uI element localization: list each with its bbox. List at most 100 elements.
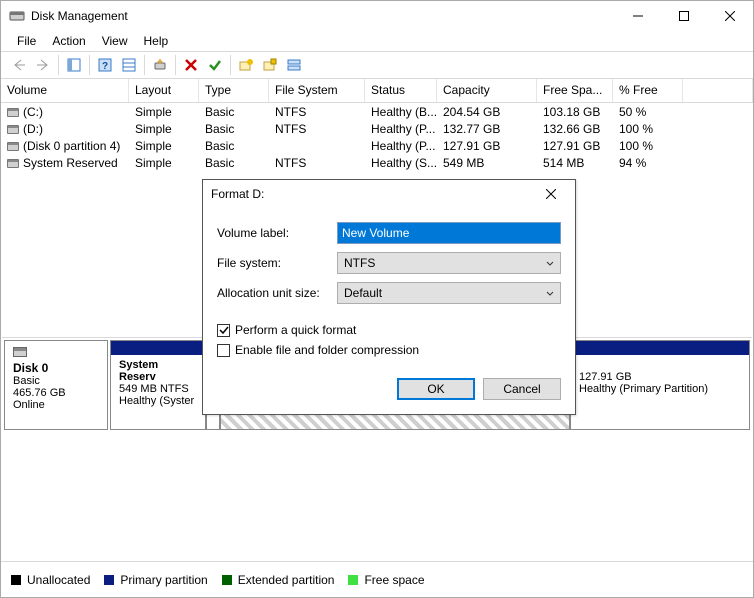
- cell-pct: 100 %: [613, 121, 683, 137]
- menu-view[interactable]: View: [94, 32, 136, 50]
- close-button[interactable]: [707, 1, 753, 31]
- checkbox-quick-format[interactable]: [217, 324, 230, 337]
- quick-format-row[interactable]: Perform a quick format: [217, 320, 561, 340]
- aus-value: Default: [344, 286, 382, 300]
- dialog-close-button[interactable]: [535, 182, 567, 206]
- col-header-capacity[interactable]: Capacity: [437, 79, 537, 102]
- dialog-body: Volume label: File system: NTFS Allocati…: [203, 208, 575, 414]
- volume-label-input[interactable]: [337, 222, 561, 244]
- col-header-filesystem[interactable]: File System: [269, 79, 365, 102]
- delete-icon[interactable]: [179, 53, 203, 77]
- label-compression: Enable file and folder compression: [235, 343, 419, 357]
- table-row[interactable]: (C:) Simple Basic NTFS Healthy (B... 204…: [1, 103, 753, 120]
- settings-view-icon[interactable]: [62, 53, 86, 77]
- menu-bar: File Action View Help: [1, 31, 753, 51]
- cell-type: Basic: [199, 104, 269, 120]
- partition-line2: 127.91 GB: [579, 371, 632, 383]
- cell-fs: NTFS: [269, 155, 365, 171]
- ok-button[interactable]: OK: [397, 378, 475, 400]
- cell-fs: NTFS: [269, 104, 365, 120]
- cell-status: Healthy (S...: [365, 155, 437, 171]
- cell-free: 127.91 GB: [537, 138, 613, 154]
- maximize-button[interactable]: [661, 1, 707, 31]
- cell-pct: 100 %: [613, 138, 683, 154]
- check-icon: [219, 325, 229, 335]
- cell-layout: Simple: [129, 104, 199, 120]
- volume-icon: [7, 125, 19, 134]
- toolbar-separator: [175, 55, 176, 75]
- cell-volume: (C:): [23, 105, 43, 119]
- col-header-blank: [683, 79, 753, 102]
- refresh-icon[interactable]: [148, 53, 172, 77]
- cell-free: 132.66 GB: [537, 121, 613, 137]
- cell-free: 103.18 GB: [537, 104, 613, 120]
- compression-row[interactable]: Enable file and folder compression: [217, 340, 561, 360]
- list-view-icon[interactable]: [117, 53, 141, 77]
- table-body: (C:) Simple Basic NTFS Healthy (B... 204…: [1, 103, 753, 171]
- menu-help[interactable]: Help: [136, 32, 177, 50]
- table-row[interactable]: System Reserved Simple Basic NTFS Health…: [1, 154, 753, 171]
- properties-icon[interactable]: [258, 53, 282, 77]
- partition-line3: Healthy (Primary Partition): [579, 383, 708, 395]
- volume-icon: [7, 142, 19, 151]
- disk-type: Basic: [13, 375, 40, 387]
- dialog-title: Format D:: [211, 187, 264, 201]
- col-header-freespace[interactable]: Free Spa...: [537, 79, 613, 102]
- table-row[interactable]: (Disk 0 partition 4) Simple Basic Health…: [1, 137, 753, 154]
- table-row[interactable]: (D:) Simple Basic NTFS Healthy (P... 132…: [1, 120, 753, 137]
- table-header: Volume Layout Type File System Status Ca…: [1, 79, 753, 103]
- layout-icon[interactable]: [282, 53, 306, 77]
- partition-stripe: [571, 341, 749, 355]
- legend-extended: Extended partition: [238, 573, 335, 587]
- cell-type: Basic: [199, 138, 269, 154]
- label-quick-format: Perform a quick format: [235, 323, 356, 337]
- partition-block[interactable]: System Reserv 549 MB NTFS Healthy (Syste…: [110, 340, 206, 430]
- cell-status: Healthy (P...: [365, 121, 437, 137]
- new-partition-icon[interactable]: [234, 53, 258, 77]
- menu-file[interactable]: File: [9, 32, 44, 50]
- swatch-free: [348, 575, 358, 585]
- toolbar-separator: [89, 55, 90, 75]
- filesystem-value: NTFS: [344, 256, 375, 270]
- cell-pct: 94 %: [613, 155, 683, 171]
- toolbar-separator: [58, 55, 59, 75]
- cell-capacity: 132.77 GB: [437, 121, 537, 137]
- back-button[interactable]: [7, 53, 31, 77]
- cell-capacity: 549 MB: [437, 155, 537, 171]
- legend: Unallocated Primary partition Extended p…: [1, 561, 753, 597]
- label-aus: Allocation unit size:: [217, 286, 337, 300]
- disk-info[interactable]: Disk 0 Basic 465.76 GB Online: [4, 340, 108, 430]
- toolbar: ?: [1, 51, 753, 79]
- toolbar-separator: [230, 55, 231, 75]
- volume-icon: [7, 108, 19, 117]
- partition-block[interactable]: 127.91 GB Healthy (Primary Partition): [570, 340, 750, 430]
- filesystem-select[interactable]: NTFS: [337, 252, 561, 274]
- col-header-layout[interactable]: Layout: [129, 79, 199, 102]
- swatch-primary: [104, 575, 114, 585]
- minimize-button[interactable]: [615, 1, 661, 31]
- col-header-pctfree[interactable]: % Free: [613, 79, 683, 102]
- cancel-button[interactable]: Cancel: [483, 378, 561, 400]
- col-header-status[interactable]: Status: [365, 79, 437, 102]
- col-header-volume[interactable]: Volume: [1, 79, 129, 102]
- swatch-extended: [222, 575, 232, 585]
- allocation-unit-select[interactable]: Default: [337, 282, 561, 304]
- cell-layout: Simple: [129, 138, 199, 154]
- toolbar-separator: [144, 55, 145, 75]
- chevron-down-icon: [546, 256, 554, 270]
- title-bar: Disk Management: [1, 1, 753, 31]
- cell-status: Healthy (B...: [365, 104, 437, 120]
- disk-name: Disk 0: [13, 361, 48, 375]
- col-header-type[interactable]: Type: [199, 79, 269, 102]
- menu-action[interactable]: Action: [44, 32, 93, 50]
- swatch-unallocated: [11, 575, 21, 585]
- cell-free: 514 MB: [537, 155, 613, 171]
- disk-size: 465.76 GB: [13, 387, 66, 399]
- help-icon[interactable]: ?: [93, 53, 117, 77]
- chevron-down-icon: [546, 286, 554, 300]
- checkbox-compression[interactable]: [217, 344, 230, 357]
- check-icon[interactable]: [203, 53, 227, 77]
- cell-capacity: 127.91 GB: [437, 138, 537, 154]
- forward-button[interactable]: [31, 53, 55, 77]
- window-title: Disk Management: [31, 9, 128, 23]
